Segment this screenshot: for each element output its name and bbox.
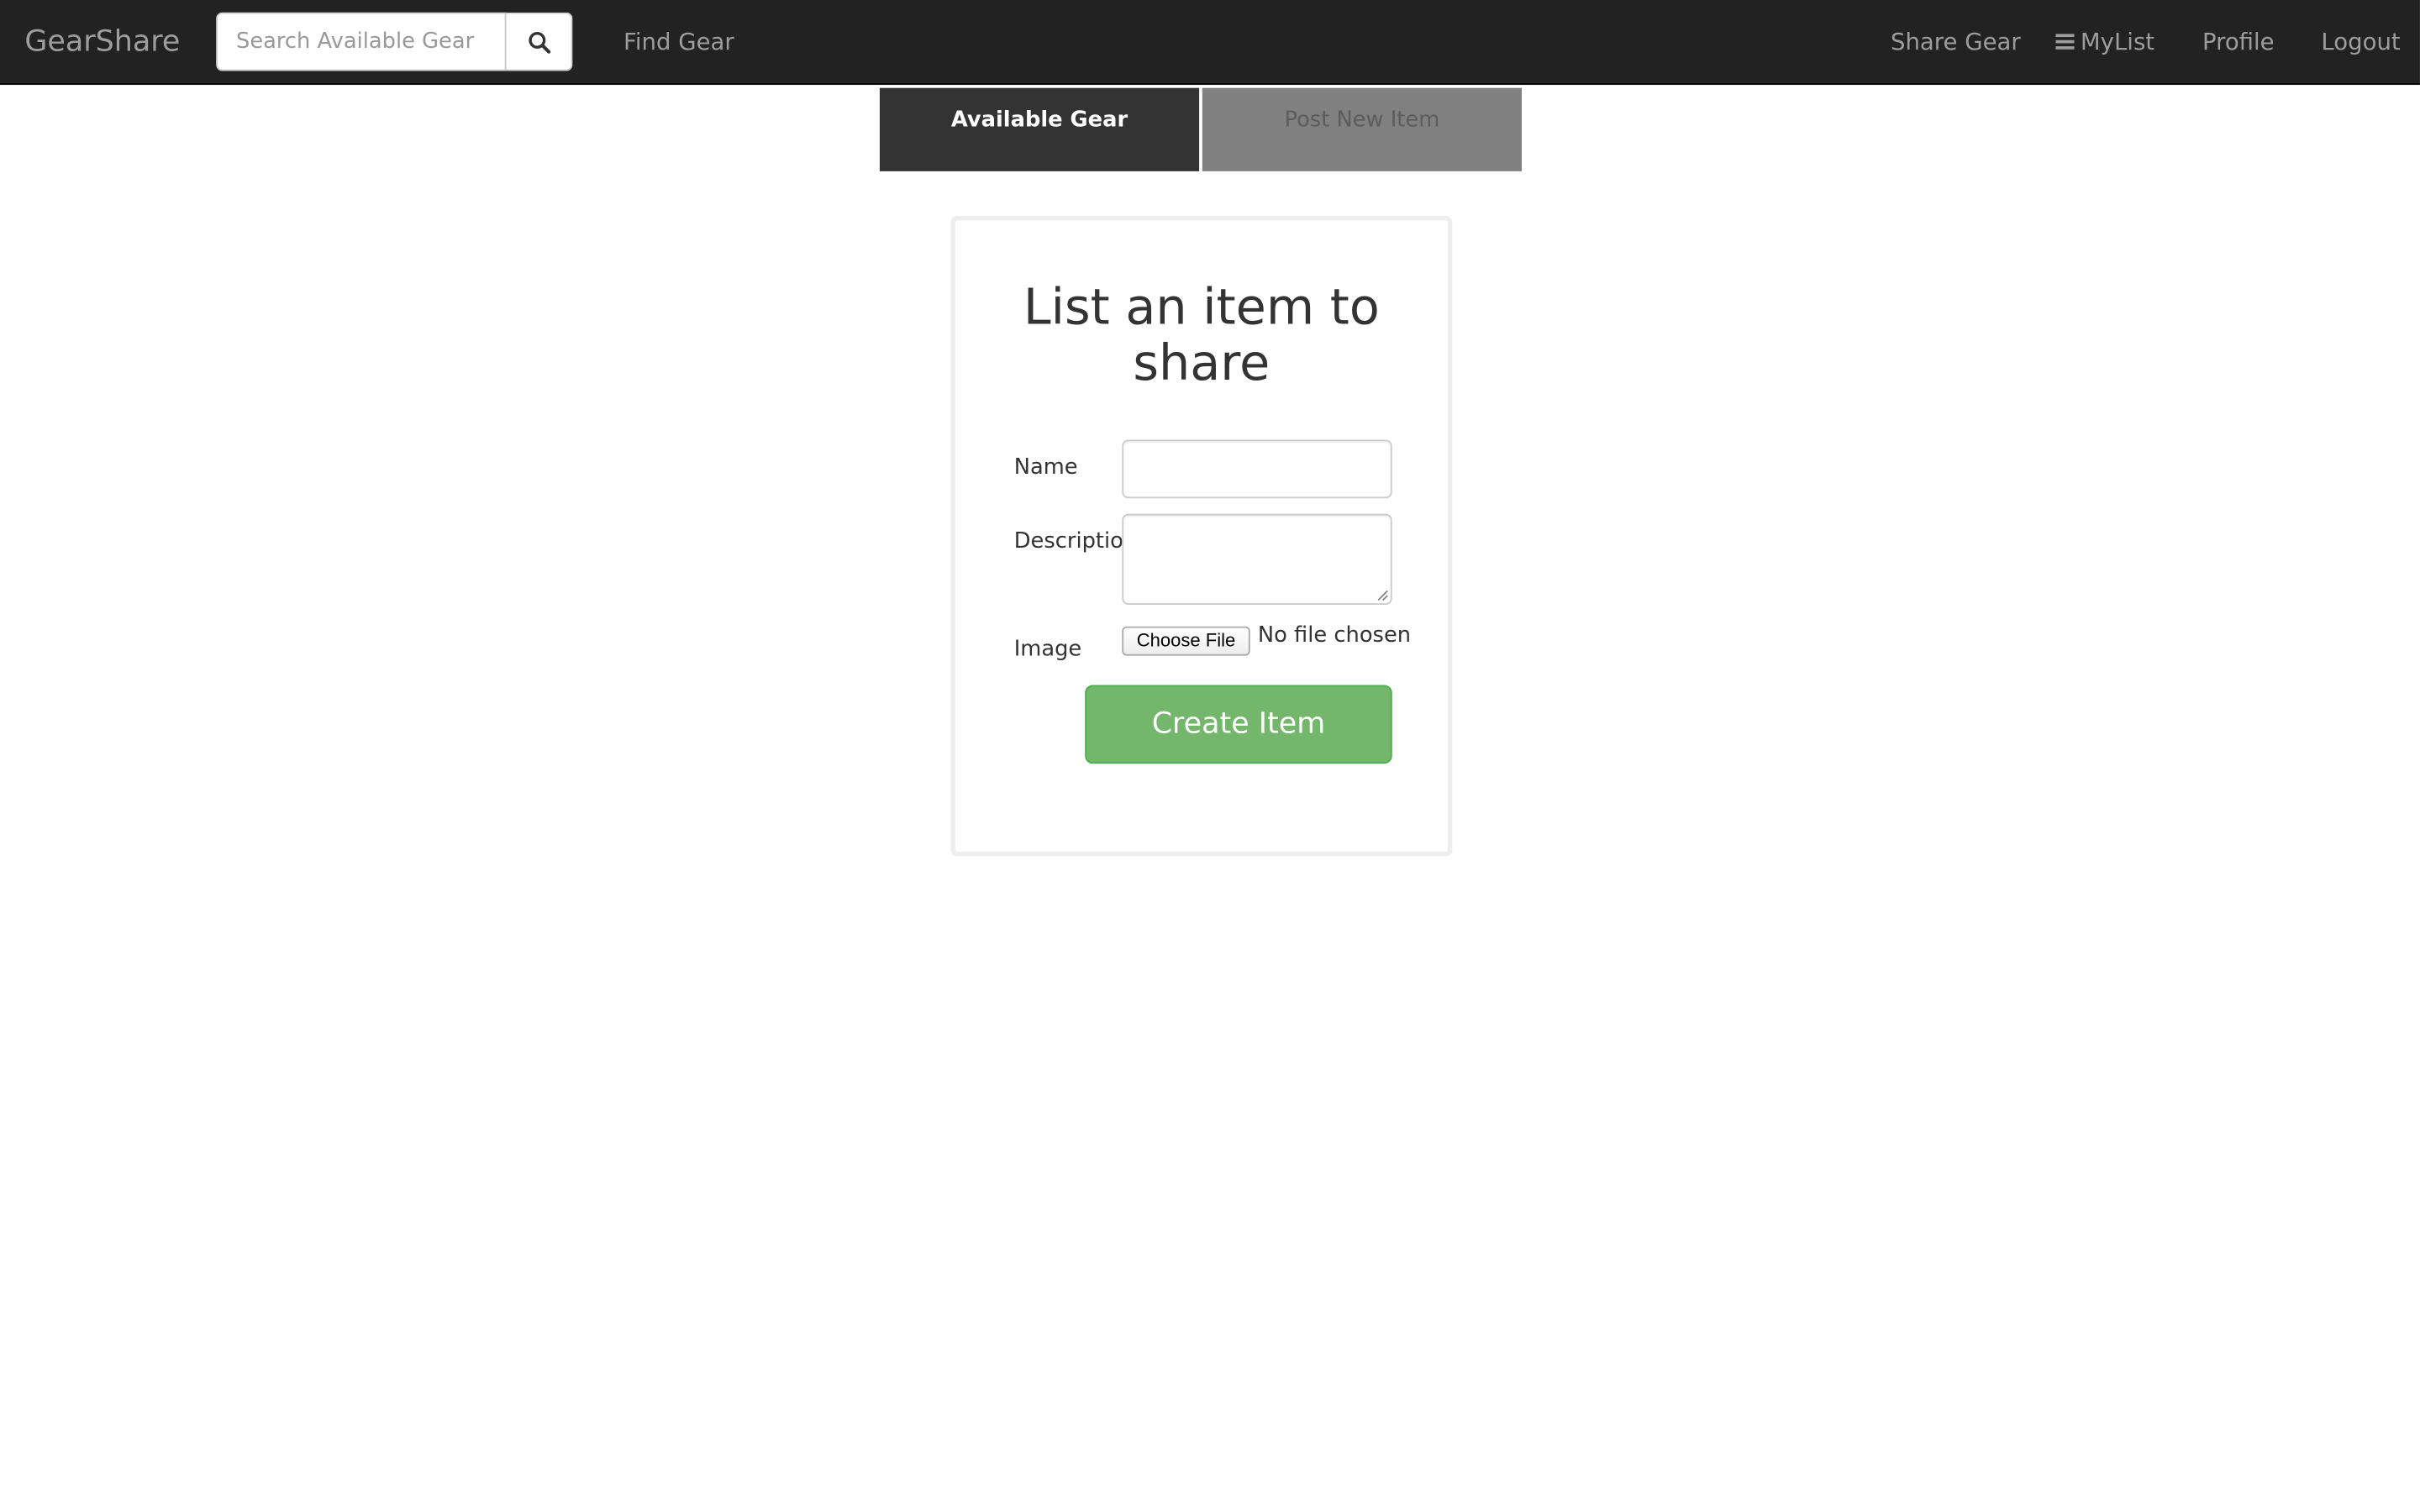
nav-mylist[interactable]: MyList (2055, 24, 2154, 58)
search-button[interactable] (506, 12, 573, 71)
choose-file-button[interactable]: Choose File (1122, 626, 1250, 656)
tab-available-gear[interactable]: Available Gear (879, 87, 1200, 171)
nav-profile[interactable]: Profile (2202, 24, 2275, 58)
create-item-button[interactable]: Create Item (1085, 685, 1392, 764)
file-status: No file chosen (1257, 623, 1412, 648)
page-title: List an item to share (1023, 277, 1380, 392)
description-field[interactable] (1122, 513, 1392, 605)
image-label: Image (1013, 637, 1082, 662)
create-item-form: List an item to share Name Description I… (950, 216, 1453, 857)
name-field[interactable] (1122, 439, 1392, 499)
nav-mylist-label: MyList (2080, 28, 2155, 56)
nav-share-gear[interactable]: Share Gear (1891, 24, 2021, 58)
description-label: Description (1013, 528, 1123, 554)
navbar: GearShare Find Gear Share Gear MyList Pr… (0, 0, 2420, 86)
hamburger-icon (2055, 34, 2075, 50)
tab-post-new-item[interactable]: Post New Item (1202, 87, 1522, 171)
page: GearShare Find Gear Share Gear MyList Pr… (0, 0, 2420, 1512)
search-form (216, 12, 573, 71)
resize-handle-icon[interactable] (1376, 590, 1389, 602)
search-icon (528, 31, 550, 53)
nav-find-gear[interactable]: Find Gear (623, 24, 734, 58)
name-label: Name (1013, 454, 1078, 480)
brand-logo[interactable]: GearShare (24, 22, 180, 62)
search-input[interactable] (216, 12, 507, 71)
nav-logout[interactable]: Logout (2321, 24, 2400, 58)
